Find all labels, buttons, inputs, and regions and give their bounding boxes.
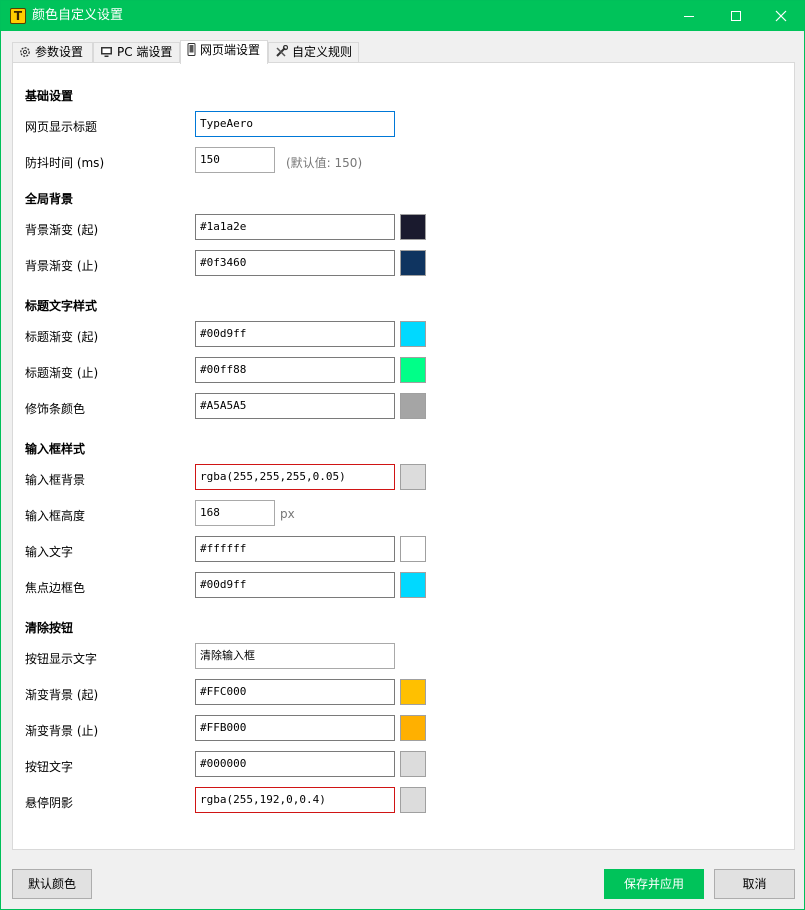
btn-text-label-input[interactable]: 清除输入框 (195, 643, 395, 669)
input-height-unit: px (280, 507, 295, 521)
title-start-input[interactable]: #00d9ff (195, 321, 395, 347)
deco-color-input[interactable]: #A5A5A5 (195, 393, 395, 419)
btn-bg-start-input[interactable]: #FFC000 (195, 679, 395, 705)
default-colors-button[interactable]: 默认颜色 (12, 869, 92, 899)
maximize-icon (731, 11, 741, 21)
page-title-label: 网页显示标题 (25, 120, 98, 134)
hover-shadow-swatch[interactable] (400, 787, 426, 813)
hover-shadow-label: 悬停阴影 (25, 796, 74, 810)
input-text-input[interactable]: #ffffff (195, 536, 395, 562)
input-bg-input[interactable]: rgba(255,255,255,0.05) (195, 464, 395, 490)
tab-web[interactable]: 网页端设置 (180, 40, 268, 64)
tab-params[interactable]: 参数设置 (12, 42, 93, 63)
debounce-input[interactable]: 150 (195, 147, 275, 173)
input-bg-swatch[interactable] (400, 464, 426, 490)
app-icon: T (10, 8, 26, 24)
window-title: 颜色自定义设置 (32, 8, 124, 23)
page-title-input[interactable]: TypeAero (195, 111, 395, 137)
debounce-label: 防抖时间 (ms) (25, 156, 105, 170)
section-input-style: 输入框样式 (25, 442, 86, 456)
focus-border-label: 焦点边框色 (25, 581, 86, 595)
bg-start-label: 背景渐变 (起) (25, 223, 99, 237)
title-end-input[interactable]: #00ff88 (195, 357, 395, 383)
btn-bg-start-label: 渐变背景 (起) (25, 688, 99, 702)
save-apply-button[interactable]: 保存并应用 (604, 869, 704, 899)
deco-color-swatch[interactable] (400, 393, 426, 419)
tab-params-label: 参数设置 (35, 45, 84, 59)
hover-shadow-input[interactable]: rgba(255,192,0,0.4) (195, 787, 395, 813)
web-settings-panel: 基础设置 网页显示标题 TypeAero 防抖时间 (ms) 150 (默认值:… (12, 62, 795, 850)
input-bg-label: 输入框背景 (25, 473, 86, 487)
close-icon (775, 10, 787, 22)
settings-window: T 颜色自定义设置 参数设置 PC 端设置 网页端设置 自定义规则 基础设置 网… (0, 0, 805, 910)
btn-bg-start-swatch[interactable] (400, 679, 426, 705)
minimize-button[interactable] (666, 1, 712, 31)
maximize-button[interactable] (713, 1, 759, 31)
debounce-hint: (默认值: 150) (286, 156, 363, 170)
input-text-label: 输入文字 (25, 545, 74, 559)
title-start-swatch[interactable] (400, 321, 426, 347)
bg-start-input[interactable]: #1a1a2e (195, 214, 395, 240)
section-clear-button: 清除按钮 (25, 621, 74, 635)
section-background: 全局背景 (25, 192, 74, 206)
bg-start-swatch[interactable] (400, 214, 426, 240)
bg-end-input[interactable]: #0f3460 (195, 250, 395, 276)
title-start-label: 标题渐变 (起) (25, 330, 99, 344)
section-basic: 基础设置 (25, 89, 74, 103)
btn-text-color-label: 按钮文字 (25, 760, 74, 774)
input-text-swatch[interactable] (400, 536, 426, 562)
tab-rules-label: 自定义规则 (292, 45, 353, 59)
btn-text-label-label: 按钮显示文字 (25, 652, 98, 666)
deco-color-label: 修饰条颜色 (25, 402, 86, 416)
close-button[interactable] (758, 1, 804, 31)
tab-pc[interactable]: PC 端设置 (93, 42, 180, 63)
tab-rules[interactable]: 自定义规则 (268, 42, 359, 63)
title-end-swatch[interactable] (400, 357, 426, 383)
focus-border-swatch[interactable] (400, 572, 426, 598)
tab-web-label: 网页端设置 (200, 43, 261, 57)
input-height-input[interactable]: 168 (195, 500, 275, 526)
tab-pc-label: PC 端设置 (117, 45, 173, 59)
btn-bg-end-input[interactable]: #FFB000 (195, 715, 395, 741)
btn-bg-end-label: 渐变背景 (止) (25, 724, 99, 738)
title-bar: T 颜色自定义设置 (1, 1, 804, 31)
input-height-label: 输入框高度 (25, 509, 86, 523)
title-end-label: 标题渐变 (止) (25, 366, 99, 380)
btn-bg-end-swatch[interactable] (400, 715, 426, 741)
minimize-icon (684, 16, 694, 17)
phone-icon (187, 43, 196, 62)
bg-end-swatch[interactable] (400, 250, 426, 276)
btn-text-color-swatch[interactable] (400, 751, 426, 777)
focus-border-input[interactable]: #00d9ff (195, 572, 395, 598)
cancel-button[interactable]: 取消 (714, 869, 795, 899)
btn-text-color-input[interactable]: #000000 (195, 751, 395, 777)
section-title-style: 标题文字样式 (25, 299, 98, 313)
bg-end-label: 背景渐变 (止) (25, 259, 99, 273)
